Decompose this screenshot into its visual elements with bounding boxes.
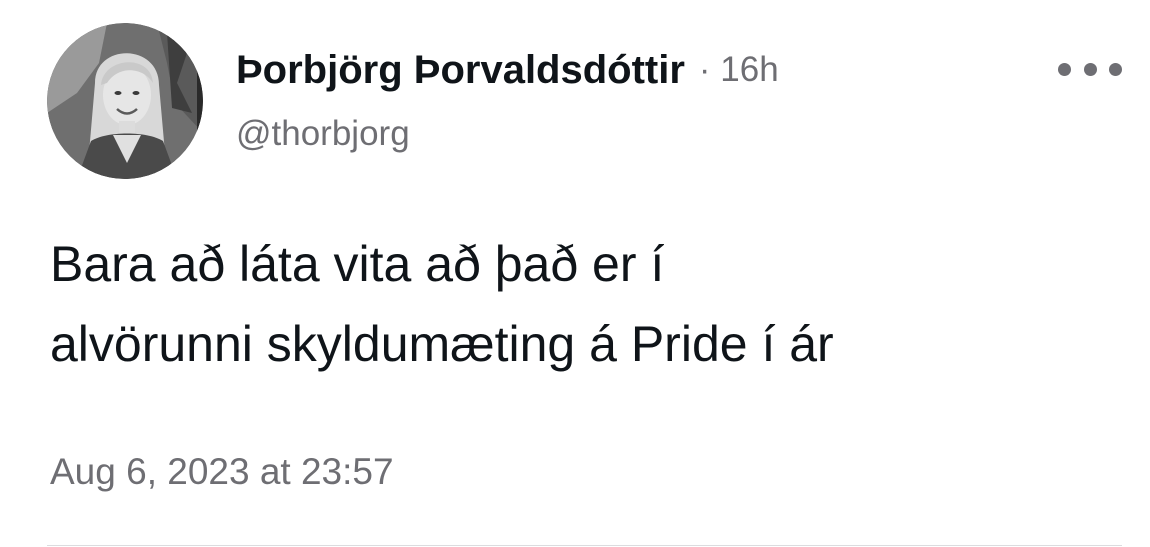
tweet-text-line: Bara að láta vita að það er í (50, 236, 665, 292)
avatar[interactable] (47, 23, 203, 179)
more-horizontal-icon (1058, 62, 1071, 76)
more-horizontal-icon (1083, 62, 1097, 76)
author-handle[interactable]: @thorbjorg (236, 114, 410, 154)
separator-dot: · (698, 50, 711, 89)
relative-time[interactable]: 16h (720, 50, 778, 90)
more-options-button[interactable] (1058, 52, 1122, 86)
tweet-timestamp[interactable]: Aug 6, 2023 at 23:57 (50, 451, 394, 493)
tweet-text-line: alvörunni skyldumæting á Pride í ár (50, 316, 834, 372)
tweet-text: Bara að láta vita að það er í alvörunni … (50, 224, 1110, 384)
divider (47, 545, 1122, 546)
author-row: Þorbjörg Þorvaldsdóttir · 16h (236, 44, 779, 96)
author-display-name[interactable]: Þorbjörg Þorvaldsdóttir (236, 48, 685, 93)
more-horizontal-icon (1109, 62, 1122, 76)
